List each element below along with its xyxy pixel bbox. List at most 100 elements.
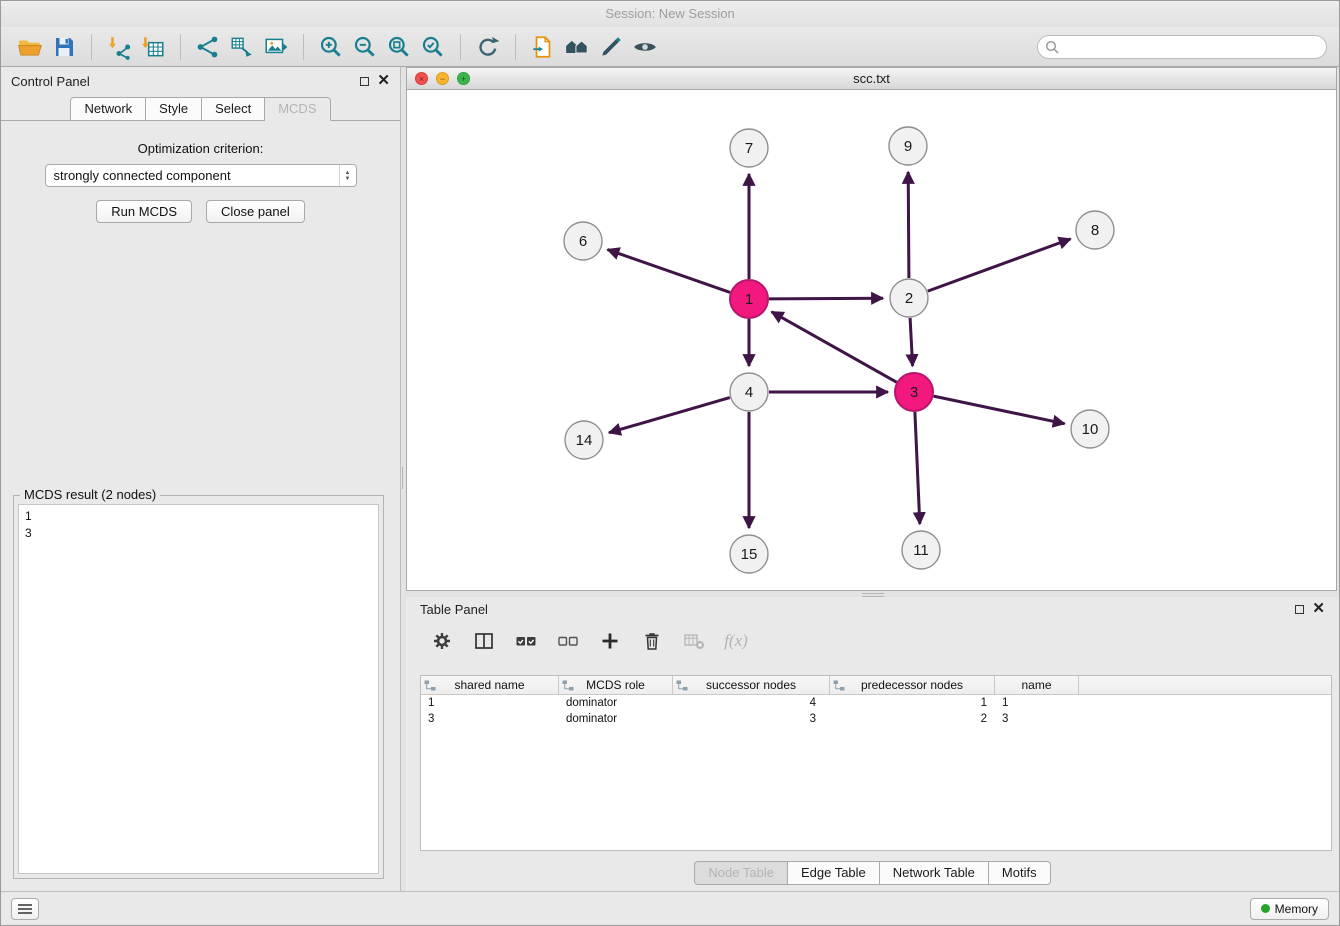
dropdown-stepper-icon: ▲▼ — [339, 165, 356, 186]
edge-2-8[interactable] — [928, 239, 1071, 291]
show-columns-button[interactable] — [470, 627, 498, 655]
edge-1-6[interactable] — [608, 250, 731, 293]
column-header-successor-nodes[interactable]: successor nodes — [673, 676, 830, 694]
tab-select[interactable]: Select — [202, 97, 265, 121]
tab-style[interactable]: Style — [146, 97, 202, 121]
column-header-shared-name[interactable]: shared name — [421, 676, 559, 694]
optimization-criterion-label: Optimization criterion: — [1, 141, 400, 156]
mcds-result-group: MCDS result (2 nodes) 1 3 — [13, 495, 384, 879]
tab-network-table[interactable]: Network Table — [880, 861, 989, 885]
task-history-button[interactable] — [11, 898, 39, 920]
cell-mcds-role[interactable]: dominator — [559, 695, 673, 711]
close-table-panel-icon[interactable]: ✕ — [1312, 604, 1325, 614]
close-window-icon[interactable]: × — [415, 72, 428, 85]
network-from-table-button[interactable] — [225, 32, 259, 62]
tab-node-table[interactable]: Node Table — [694, 861, 788, 885]
new-network-button[interactable] — [191, 32, 225, 62]
cell-name[interactable]: 1 — [995, 695, 1079, 711]
network-window-titlebar[interactable]: × − + scc.txt — [407, 68, 1336, 90]
cell-successor-nodes[interactable]: 3 — [673, 711, 830, 727]
columns-icon — [472, 629, 496, 653]
cell-predecessor-nodes[interactable]: 2 — [830, 711, 995, 727]
zoom-out-button[interactable] — [348, 32, 382, 62]
edge-3-10[interactable] — [934, 396, 1065, 424]
import-network-icon — [106, 34, 132, 60]
deselect-all-button[interactable] — [554, 627, 582, 655]
copy-style-button[interactable] — [526, 32, 560, 62]
cell-successor-nodes[interactable]: 4 — [673, 695, 830, 711]
float-table-panel-icon[interactable] — [1295, 605, 1304, 614]
cell-name[interactable]: 3 — [995, 711, 1079, 727]
cell-shared-name[interactable]: 3 — [421, 711, 559, 727]
cell-shared-name[interactable]: 1 — [421, 695, 559, 711]
close-panel-icon[interactable]: ✕ — [377, 76, 390, 86]
node-label-1: 1 — [745, 291, 753, 308]
export-image-button[interactable] — [259, 32, 293, 62]
zoom-fit-icon — [386, 34, 412, 60]
run-mcds-button[interactable]: Run MCDS — [96, 200, 192, 223]
zoom-in-icon — [318, 34, 344, 60]
toolbar-separator — [460, 34, 461, 60]
import-network-button[interactable] — [102, 32, 136, 62]
delete-table-button[interactable] — [680, 627, 708, 655]
column-header-predecessor-nodes[interactable]: predecessor nodes — [830, 676, 995, 694]
tab-motifs[interactable]: Motifs — [989, 861, 1051, 885]
home-button[interactable] — [560, 32, 594, 62]
cell-mcds-role[interactable]: dominator — [559, 711, 673, 727]
column-type-icon — [424, 680, 436, 691]
edge-4-14[interactable] — [609, 398, 730, 433]
zoom-in-button[interactable] — [314, 32, 348, 62]
import-table-button[interactable] — [136, 32, 170, 62]
minimize-window-icon[interactable]: − — [436, 72, 449, 85]
select-all-button[interactable] — [512, 627, 540, 655]
search-input[interactable] — [1060, 37, 1326, 57]
zoom-out-icon — [352, 34, 378, 60]
show-hide-button[interactable] — [628, 32, 662, 62]
close-panel-button[interactable]: Close panel — [206, 200, 305, 223]
main-toolbar — [1, 27, 1339, 67]
function-builder-button[interactable]: f(x) — [722, 627, 750, 655]
edge-1-2[interactable] — [769, 298, 883, 299]
import-table-icon — [140, 34, 166, 60]
node-label-10: 10 — [1082, 421, 1099, 438]
apply-style-button[interactable] — [594, 32, 628, 62]
mcds-result-list[interactable]: 1 3 — [18, 504, 379, 874]
table-row[interactable]: 3 dominator 3 2 3 — [421, 711, 1331, 727]
table-settings-button[interactable] — [428, 627, 456, 655]
delete-column-button[interactable] — [638, 627, 666, 655]
tab-network[interactable]: Network — [70, 97, 146, 121]
open-folder-icon — [17, 34, 43, 60]
column-header-name[interactable]: name — [995, 676, 1079, 694]
node-label-15: 15 — [741, 546, 758, 563]
list-icon — [17, 903, 33, 915]
node-table[interactable]: shared name MCDS role successor nodes pr… — [420, 675, 1332, 851]
zoom-window-icon[interactable]: + — [457, 72, 470, 85]
cell-predecessor-nodes[interactable]: 1 — [830, 695, 995, 711]
refresh-button[interactable] — [471, 32, 505, 62]
zoom-selected-button[interactable] — [416, 32, 450, 62]
toolbar-separator — [303, 34, 304, 60]
search-field — [1037, 35, 1327, 59]
criterion-dropdown-value: strongly connected component — [54, 168, 231, 183]
network-canvas[interactable]: 7968124310141511 — [407, 90, 1336, 590]
save-session-button[interactable] — [47, 32, 81, 62]
open-session-button[interactable] — [13, 32, 47, 62]
memory-button[interactable]: Memory — [1250, 898, 1329, 920]
zoom-fit-button[interactable] — [382, 32, 416, 62]
table-row[interactable]: 1 dominator 4 1 1 — [421, 695, 1331, 711]
plus-icon — [598, 629, 622, 653]
criterion-dropdown[interactable]: strongly connected component ▲▼ — [45, 164, 357, 187]
export-image-icon — [263, 34, 289, 60]
column-header-mcds-role[interactable]: MCDS role — [559, 676, 673, 694]
float-panel-icon[interactable] — [360, 77, 369, 86]
window-titlebar[interactable]: Session: New Session — [1, 1, 1339, 27]
edge-3-11[interactable] — [915, 412, 920, 524]
window-title: Session: New Session — [605, 6, 734, 21]
tab-mcds[interactable]: MCDS — [265, 97, 330, 121]
edge-2-3[interactable] — [910, 318, 913, 366]
tab-edge-table[interactable]: Edge Table — [788, 861, 880, 885]
add-column-button[interactable] — [596, 627, 624, 655]
edge-2-9[interactable] — [908, 172, 909, 278]
application-window: Session: New Session — [0, 0, 1340, 926]
edge-3-1[interactable] — [772, 312, 897, 382]
